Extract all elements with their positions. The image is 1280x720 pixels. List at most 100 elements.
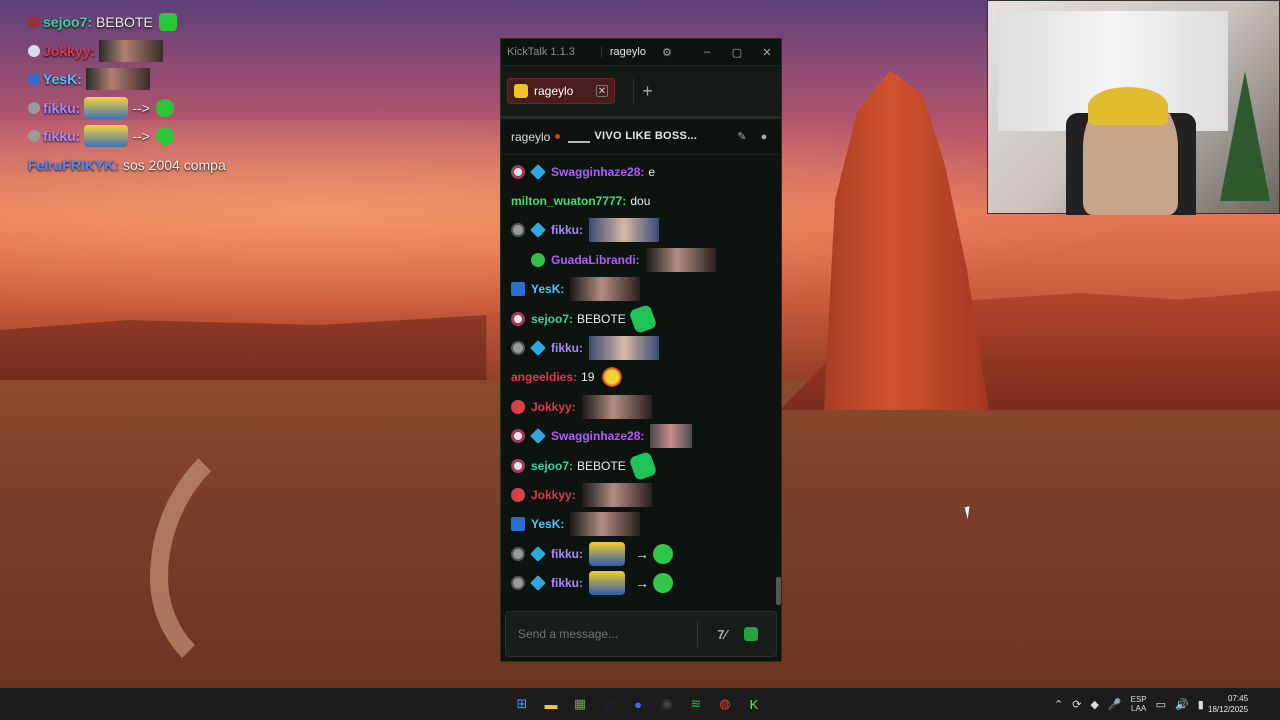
chat-message[interactable]: YesK:	[511, 510, 775, 539]
chat-message[interactable]: sejoo7: BEBOTE	[511, 450, 775, 481]
message-username[interactable]: GuadaLibrandi:	[551, 253, 640, 267]
chat-message[interactable]: GuadaLibrandi:	[511, 245, 775, 274]
windows-start-icon[interactable]: ⊞	[510, 692, 534, 716]
message-username[interactable]: YesK:	[531, 517, 564, 531]
scrollbar[interactable]	[776, 577, 781, 605]
emote-image[interactable]	[581, 394, 652, 419]
message-username[interactable]: fikku:	[551, 576, 583, 590]
message-username[interactable]: angeeldies:	[511, 370, 577, 384]
verified-badge-icon[interactable]	[531, 252, 545, 267]
gear-icon[interactable]: ⚙	[660, 45, 674, 59]
chat-message[interactable]: fikku: →	[511, 539, 775, 568]
kick-badge-icon[interactable]	[511, 399, 525, 414]
message-input[interactable]	[518, 627, 697, 641]
cube-badge-icon[interactable]	[530, 545, 546, 562]
emote-image[interactable]	[650, 424, 693, 449]
emote-image[interactable]	[653, 573, 674, 594]
sub-badge-icon[interactable]	[511, 576, 525, 591]
kick-badge-icon[interactable]	[511, 487, 525, 502]
battery-icon[interactable]: ▮	[1198, 698, 1204, 711]
sub-badge-icon[interactable]	[511, 223, 525, 238]
chat-message[interactable]: Jokkyy:	[511, 480, 775, 509]
microphone-icon[interactable]: 🎤	[1108, 698, 1122, 711]
channel-name[interactable]: rageylo	[511, 130, 550, 144]
title-bar[interactable]: KickTalk 1.1.3 rageylo ⚙ – ▢ ✕	[501, 39, 781, 65]
cube-badge-icon[interactable]	[530, 340, 546, 356]
chat-message[interactable]: fikku:	[511, 216, 775, 245]
message-username[interactable]: fikku:	[551, 223, 583, 237]
chrome-icon[interactable]: ◍	[713, 692, 737, 716]
minecraft-icon[interactable]: ▦	[568, 692, 592, 716]
sub-badge-icon[interactable]	[511, 341, 525, 356]
message-username[interactable]: fikku:	[551, 547, 583, 561]
mod-badge-icon[interactable]	[511, 517, 525, 532]
tab-rageylo[interactable]: rageylo ✕	[507, 78, 615, 104]
steam-icon[interactable]: ◎	[597, 692, 621, 716]
chat-message[interactable]: angeeldies: 19	[511, 363, 775, 392]
user-icon[interactable]: ●	[757, 130, 771, 144]
message-username[interactable]: Swagginhaze28:	[551, 429, 644, 443]
chat-message[interactable]: Jokkyy:	[511, 392, 775, 421]
emote-picker-icon[interactable]	[744, 627, 758, 641]
spotify-icon[interactable]: ≋	[684, 692, 708, 716]
emote-image[interactable]	[600, 366, 625, 389]
chevron-up-icon[interactable]: ⌃	[1054, 698, 1063, 711]
sync-icon[interactable]: ⟳	[1072, 698, 1081, 711]
chat-message[interactable]: fikku: →	[511, 568, 775, 597]
emote-image[interactable]	[589, 571, 626, 596]
language-indicator[interactable]: ESP LAA	[1131, 695, 1147, 713]
cube-badge-icon[interactable]	[530, 575, 546, 592]
kick-icon[interactable]: K	[742, 692, 766, 716]
message-username[interactable]: Swagginhaze28:	[551, 165, 644, 179]
og-badge-icon[interactable]	[511, 164, 525, 179]
chat-message[interactable]: fikku:	[511, 333, 775, 362]
emote-image[interactable]	[628, 450, 658, 481]
message-username[interactable]: Jokkyy:	[531, 488, 576, 502]
obs-icon[interactable]: ◉	[655, 692, 679, 716]
cube-badge-icon[interactable]	[530, 163, 546, 180]
current-user[interactable]: rageylo	[600, 46, 646, 58]
message-username[interactable]: Jokkyy:	[531, 400, 576, 414]
close-tab-icon[interactable]: ✕	[596, 85, 608, 97]
chat-message[interactable]: Swagginhaze28: e	[511, 157, 775, 186]
close-icon[interactable]: ✕	[760, 45, 774, 59]
emote-image[interactable]	[653, 543, 674, 564]
emote-image[interactable]	[570, 277, 641, 302]
emote-image[interactable]	[589, 336, 660, 361]
og-badge-icon[interactable]	[511, 458, 525, 473]
chat-message[interactable]: milton_wuaton7777: dou	[511, 186, 775, 215]
message-username[interactable]: milton_wuaton7777:	[511, 194, 626, 208]
emote-image[interactable]	[628, 303, 658, 334]
emote-image[interactable]	[589, 218, 660, 243]
maximize-icon[interactable]: ▢	[730, 45, 744, 59]
cube-badge-icon[interactable]	[530, 222, 546, 239]
pin-icon[interactable]: ✎	[735, 130, 749, 144]
emote-image[interactable]	[570, 512, 641, 537]
sub-badge-icon[interactable]	[511, 546, 525, 561]
file-explorer-icon[interactable]: ▬	[539, 692, 563, 716]
message-username[interactable]: YesK:	[531, 282, 564, 296]
chat-message[interactable]: YesK:	[511, 275, 775, 304]
emote-image[interactable]	[589, 541, 626, 566]
chat-message[interactable]: sejoo7: BEBOTE	[511, 303, 775, 334]
og-badge-icon[interactable]	[511, 311, 525, 326]
message-list[interactable]: Swagginhaze28: e milton_wuaton7777: dou fikk…	[501, 157, 775, 605]
emote-image[interactable]	[581, 482, 652, 507]
message-username[interactable]: fikku:	[551, 341, 583, 355]
kicktalk-window[interactable]: KickTalk 1.1.3 rageylo ⚙ – ▢ ✕ rageylo ✕…	[500, 38, 782, 662]
clock[interactable]: 07:45 18/12/2025	[1208, 693, 1248, 715]
volume-icon[interactable]: 🔊	[1175, 698, 1189, 711]
og-badge-icon[interactable]	[511, 429, 525, 444]
chat-message[interactable]: FelruFRIKYK:sos 2004 compa	[511, 598, 775, 605]
network-icon[interactable]: ▭	[1156, 698, 1166, 711]
message-username[interactable]: sejoo7:	[531, 459, 573, 473]
security-icon[interactable]: ◆	[1090, 698, 1098, 711]
mod-badge-icon[interactable]	[511, 282, 525, 297]
minimize-icon[interactable]: –	[700, 45, 714, 59]
plus-icon[interactable]: +	[633, 78, 661, 104]
message-username[interactable]: sejoo7:	[531, 312, 573, 326]
emote-image[interactable]	[645, 247, 716, 272]
chat-message[interactable]: Swagginhaze28:	[511, 422, 775, 451]
cube-badge-icon[interactable]	[530, 428, 546, 445]
discord-icon[interactable]: ●	[626, 692, 650, 716]
